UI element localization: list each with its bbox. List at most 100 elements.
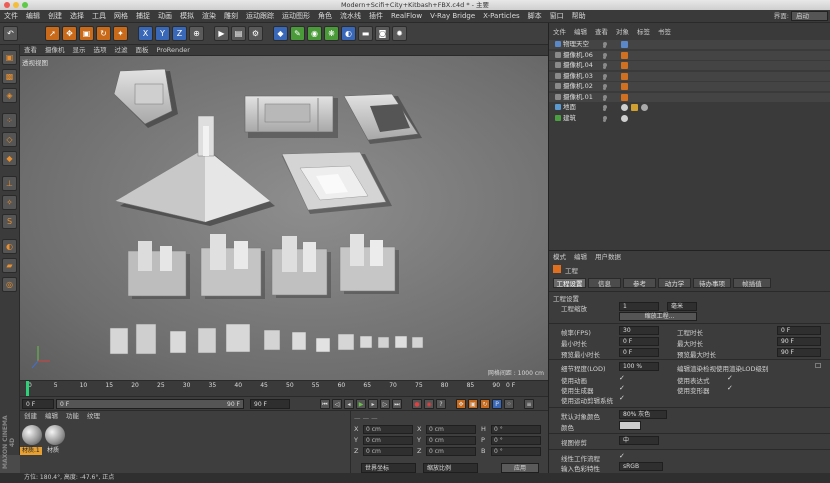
viewport-menu-item[interactable]: 过滤	[111, 45, 132, 56]
object-menu-item[interactable]: 编辑	[570, 27, 591, 37]
spline-pen-icon[interactable]: ✎	[290, 26, 305, 41]
go-to-start-icon[interactable]: ⏮	[320, 399, 330, 409]
use-expression-checkbox[interactable]: ✓	[727, 375, 733, 382]
preview-min-field[interactable]: 0 F	[619, 348, 659, 357]
menu-item[interactable]: 工具	[88, 10, 110, 23]
texture-mode-icon[interactable]: ▩	[2, 69, 17, 84]
menu-item[interactable]: 文件	[0, 10, 22, 23]
attribute-tab[interactable]: 待办事项	[693, 278, 731, 288]
go-to-end-icon[interactable]: ⏭	[392, 399, 402, 409]
attribute-tab[interactable]: 工程设置	[553, 278, 586, 288]
position-field[interactable]: 0 cm	[363, 447, 413, 456]
project-time-field[interactable]: 0 F	[777, 326, 821, 335]
scale-tool-icon[interactable]: ▣	[79, 26, 94, 41]
render-visibility-dot[interactable]	[603, 66, 606, 69]
key-position-icon[interactable]: ✥	[456, 399, 466, 409]
points-mode-icon[interactable]: ⁘	[2, 113, 17, 128]
viewport-menu-item[interactable]: 摄像机	[41, 45, 69, 56]
preview-max-field[interactable]: 90 F	[777, 348, 821, 357]
material-menu-item[interactable]: 创建	[20, 411, 41, 421]
array-icon[interactable]: ❋	[324, 26, 339, 41]
menu-item[interactable]: 网格	[110, 10, 132, 23]
menu-item[interactable]: 模拟	[176, 10, 198, 23]
rotation-field[interactable]: 0 °	[491, 436, 541, 445]
render-visibility-dot[interactable]	[603, 108, 606, 111]
object-menu-item[interactable]: 书签	[654, 27, 675, 37]
menu-item[interactable]: V-Ray Bridge	[426, 10, 479, 23]
material-preview[interactable]	[45, 425, 65, 445]
playhead[interactable]	[26, 381, 29, 396]
select-tool-icon[interactable]: ➚	[45, 26, 60, 41]
camera-tag-icon[interactable]	[621, 51, 628, 59]
key-rotation-icon[interactable]: ↻	[480, 399, 490, 409]
deformer-icon[interactable]: ◐	[341, 26, 356, 41]
use-animation-checkbox[interactable]: ✓	[619, 375, 625, 382]
viewport-menu-item[interactable]: ProRender	[153, 45, 194, 56]
render-picture-viewer-icon[interactable]: ▤	[231, 26, 246, 41]
material-tag-icon[interactable]	[621, 104, 628, 111]
position-field[interactable]: 0 cm	[363, 425, 413, 434]
menu-item[interactable]: 雕刻	[220, 10, 242, 23]
render-visibility-dot[interactable]	[603, 97, 606, 101]
floor-icon[interactable]: ▬	[358, 26, 373, 41]
enable-axis-icon[interactable]: ⊥	[2, 176, 17, 191]
scale-unit-dropdown[interactable]: 毫米	[667, 302, 697, 311]
attribute-menu-item[interactable]: 编辑	[570, 252, 591, 262]
preview-range-slider[interactable]: 0 F 90 F	[56, 399, 244, 409]
menu-item[interactable]: 窗口	[546, 10, 568, 23]
min-time-field[interactable]: 0 F	[619, 337, 659, 346]
object-menu-item[interactable]: 查看	[591, 27, 612, 37]
timeline-ruler[interactable]: 0 5 10 15 20 25 30 35 40 45 50 55 60 65 70 75 80 85 90 0 F	[20, 380, 548, 396]
prev-key-icon[interactable]: ◁	[332, 399, 342, 409]
menu-item[interactable]: 创建	[44, 10, 66, 23]
prev-frame-icon[interactable]: ◂	[344, 399, 354, 409]
use-deformer-checkbox[interactable]: ✓	[727, 385, 733, 392]
render-lod-checkbox[interactable]: ☐	[815, 363, 821, 370]
menu-item[interactable]: 角色	[314, 10, 336, 23]
rotate-tool-icon[interactable]: ↻	[96, 26, 111, 41]
move-tool-icon[interactable]: ✥	[62, 26, 77, 41]
start-frame-field[interactable]: 0 F	[22, 399, 54, 409]
menu-item[interactable]: 选择	[66, 10, 88, 23]
render-visibility-dot[interactable]	[603, 118, 606, 122]
fps-field[interactable]: 30	[619, 326, 659, 335]
zoom-window-icon[interactable]	[22, 2, 28, 8]
key-pla-icon[interactable]: ⁘	[504, 399, 514, 409]
timeline-menu-icon[interactable]: ≡	[524, 399, 534, 409]
close-window-icon[interactable]	[4, 2, 10, 8]
camera-tag-icon[interactable]	[621, 83, 628, 90]
camera-tag-icon[interactable]	[621, 72, 628, 80]
camera-icon[interactable]: ◙	[375, 26, 390, 41]
menu-item[interactable]: 渲染	[198, 10, 220, 23]
y-axis-lock[interactable]: Y	[155, 26, 170, 41]
solo-icon[interactable]: ◎	[2, 277, 17, 292]
cube-icon[interactable]: ◆	[273, 26, 288, 41]
material-1-preview[interactable]	[22, 425, 42, 445]
use-generator-checkbox[interactable]: ✓	[619, 385, 625, 392]
material-tag-icon[interactable]	[621, 114, 628, 122]
edges-mode-icon[interactable]: ◇	[2, 132, 17, 147]
apply-button[interactable]: 应用	[501, 463, 539, 473]
render-visibility-dot[interactable]	[603, 45, 606, 48]
object-row[interactable]: 物理天空	[549, 40, 830, 49]
size-mode-dropdown[interactable]: 缩放比例	[423, 463, 478, 473]
max-time-field[interactable]: 90 F	[777, 337, 821, 346]
play-icon[interactable]: ▶	[356, 399, 366, 409]
attribute-menu-item[interactable]: 用户数据	[591, 252, 625, 262]
coordinate-system-icon[interactable]: ⊕	[189, 26, 204, 41]
minimize-window-icon[interactable]	[13, 2, 19, 8]
view-clip-dropdown[interactable]: 中	[619, 436, 659, 445]
subdivision-surface-icon[interactable]: ◉	[307, 26, 322, 41]
x-axis-lock[interactable]: X	[138, 26, 153, 41]
polygons-mode-icon[interactable]: ◆	[2, 151, 17, 166]
position-field[interactable]: 0 cm	[363, 436, 413, 445]
rotation-field[interactable]: 0 °	[491, 447, 541, 456]
default-color-dropdown[interactable]: 80% 灰色	[619, 410, 667, 419]
material-label[interactable]: 材质	[45, 447, 61, 455]
camera-tag-icon[interactable]	[621, 93, 628, 101]
input-color-dropdown[interactable]: sRGB	[619, 462, 663, 471]
next-key-icon[interactable]: ▷	[380, 399, 390, 409]
menu-item[interactable]: 编辑	[22, 10, 44, 23]
perspective-viewport[interactable]: 透视视图 网格间距 : 1000 cm	[20, 56, 548, 380]
object-menu-item[interactable]: 文件	[549, 27, 570, 37]
